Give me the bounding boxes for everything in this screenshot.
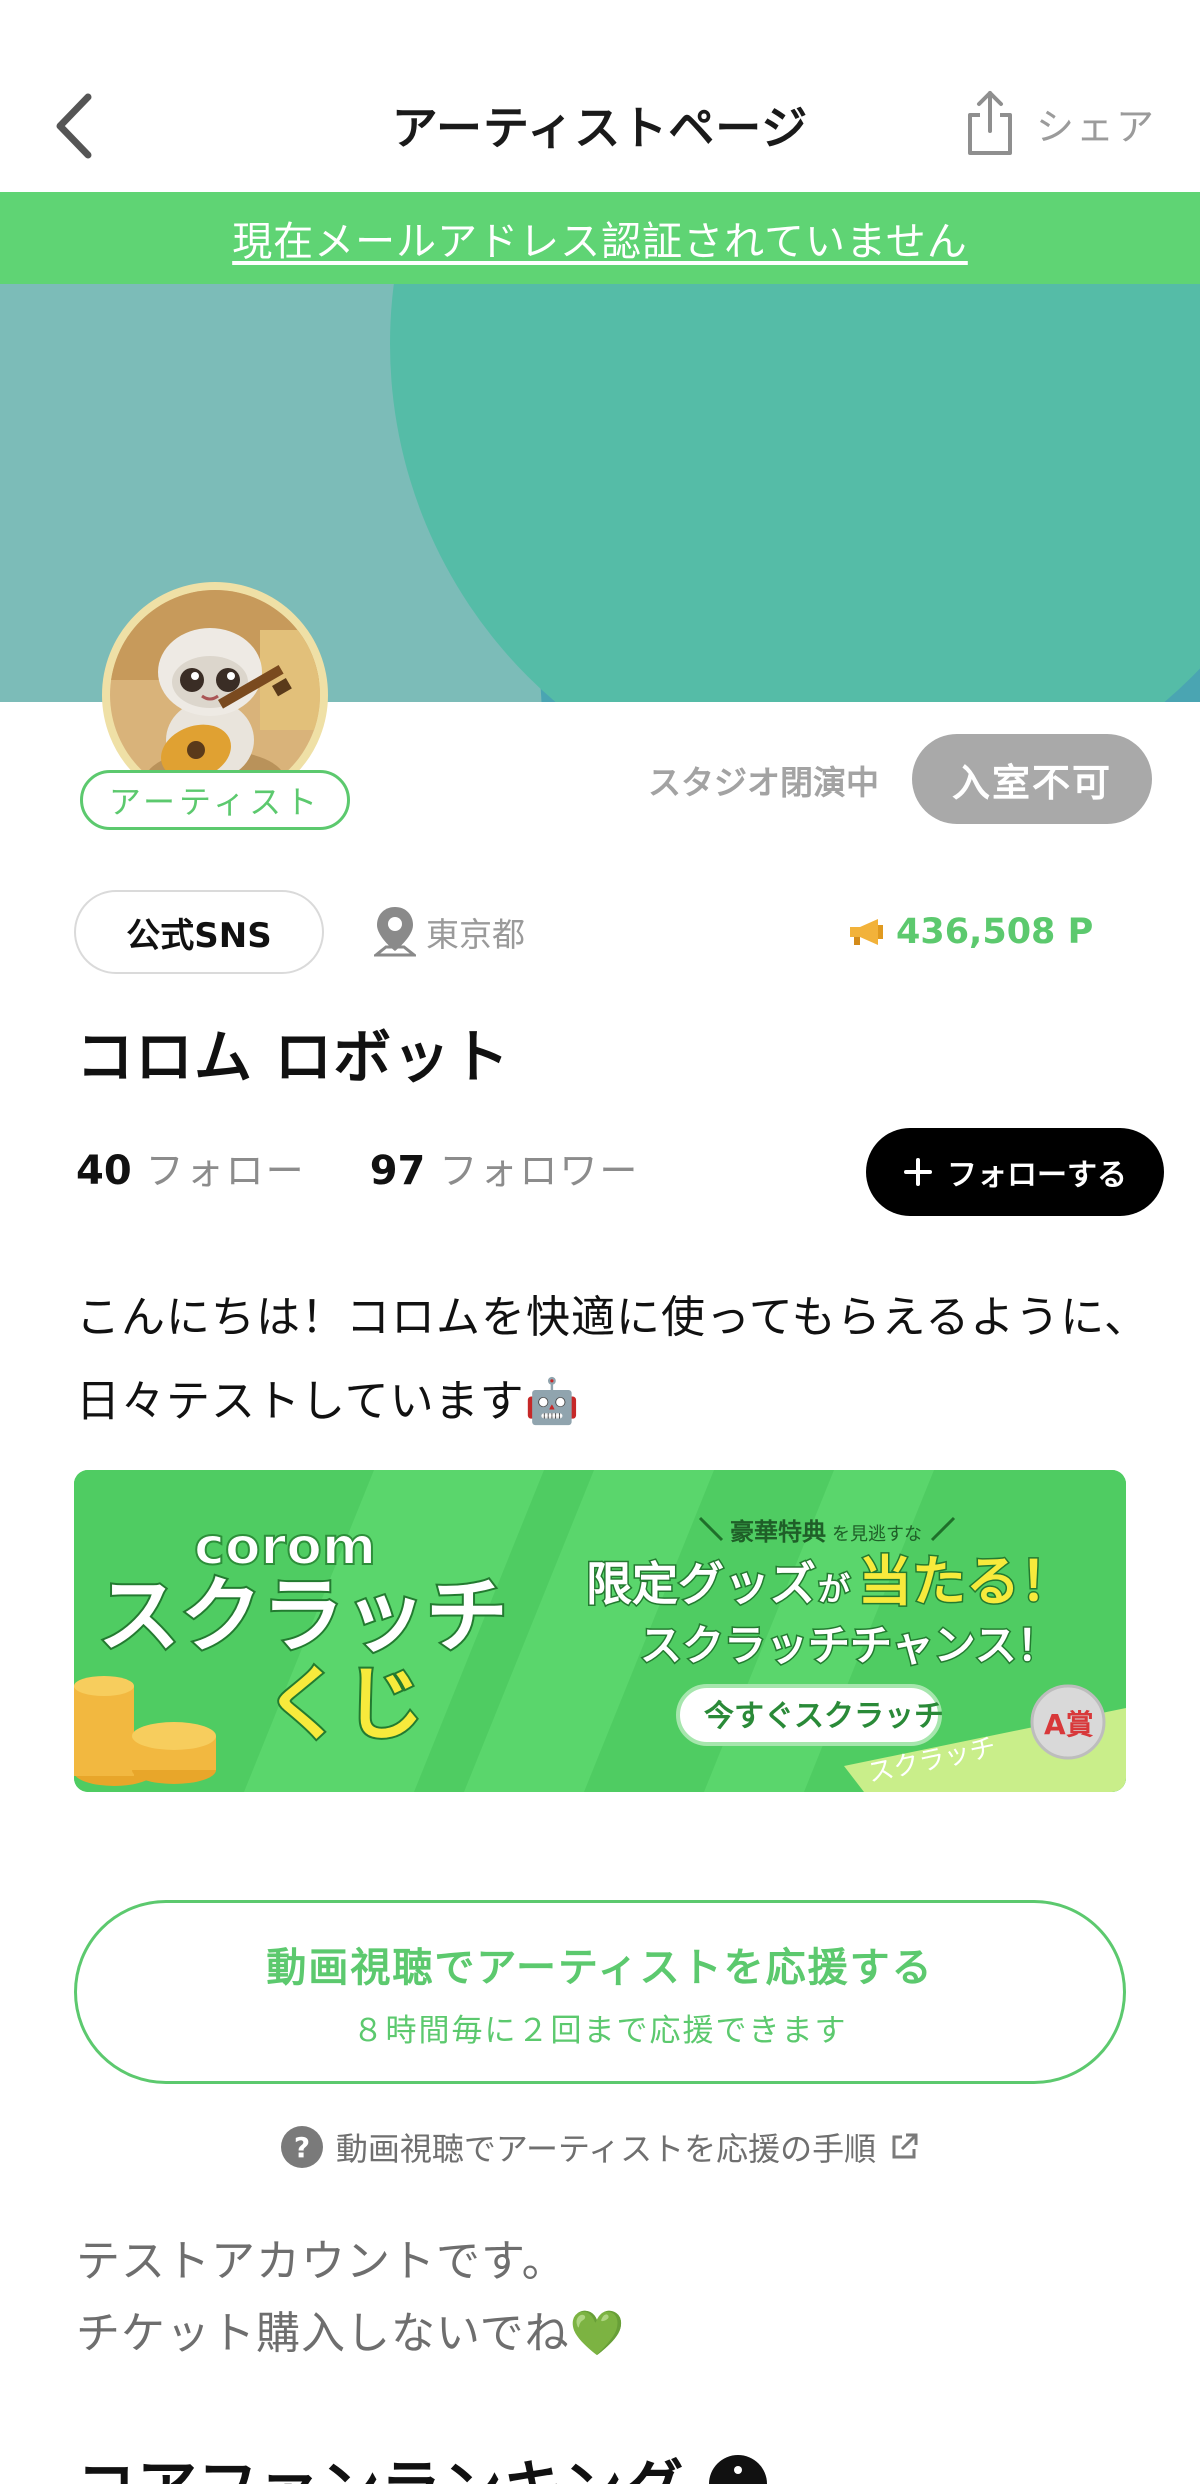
robot-guitar-avatar xyxy=(110,590,320,800)
scratch-lottery-banner[interactable]: corom スクラッチ くじ 豪華特典 を見逃すな 限定グッズ が 当たる！ ス… xyxy=(74,1470,1126,1792)
scratch-headline-1a: 限定グッズ xyxy=(586,1557,816,1611)
follow-count[interactable]: 40 xyxy=(76,1148,132,1194)
support-video-button[interactable]: 動画視聴でアーティストを応援する ８時間毎に２回まで応援できます xyxy=(74,1900,1126,2084)
info-icon[interactable] xyxy=(708,2454,768,2484)
bio-line-2: 日々テストしています🤖 xyxy=(76,1360,1156,1444)
ranking-title: コアファンランキング xyxy=(76,2440,684,2484)
core-fan-ranking-heading: コアファンランキング xyxy=(76,2440,768,2484)
bio-line-1: こんにちは！コロムを快適に使ってもらえるように、 xyxy=(76,1292,1149,1343)
location-text: 東京都 xyxy=(426,915,525,954)
follower-count[interactable]: 97 xyxy=(370,1148,426,1194)
bio: こんにちは！コロムを快適に使ってもらえるように、 日々テストしています🤖 xyxy=(76,1276,1156,1444)
points: 436,508 P xyxy=(846,906,1093,958)
notes-line-2: チケット購入しないでね 💚 xyxy=(76,2298,625,2370)
support-help-link[interactable]: ? 動画視聴でアーティストを応援の手順 xyxy=(0,2124,1200,2170)
scratch-title-line1: スクラッチ xyxy=(98,1569,508,1664)
points-value: 436,508 P xyxy=(896,912,1094,952)
follow-label[interactable]: フォロー xyxy=(146,1140,306,1195)
bio-line-2-text: 日々テストしています xyxy=(76,1376,525,1427)
external-link-icon xyxy=(892,2133,918,2159)
official-sns-button[interactable]: 公式SNS xyxy=(74,890,324,974)
prize-label: A賞 xyxy=(1044,1708,1094,1741)
megaphone-icon xyxy=(850,919,883,945)
location: 東京都 xyxy=(374,900,525,964)
scratch-brand: corom xyxy=(194,1517,376,1577)
plus-icon xyxy=(904,1158,932,1186)
email-verification-link[interactable]: 現在メールアドレス認証されていません xyxy=(232,209,968,267)
notes-line-1: テストアカウントです。 xyxy=(76,2236,567,2287)
question-circle-icon: ? xyxy=(280,2126,323,2168)
scratch-title-line2: くじ xyxy=(264,1658,424,1751)
follow-button[interactable]: フォローする xyxy=(866,1128,1164,1216)
green-heart-emoji: 💚 xyxy=(569,2308,626,2359)
scratch-tagline-rest: を見逃すな xyxy=(832,1524,922,1545)
share-label: シェア xyxy=(1035,104,1156,149)
scratch-headline-1c: 当たる！ xyxy=(858,1550,1074,1613)
support-title: 動画視聴でアーティストを応援する xyxy=(266,1944,934,1991)
support-subtitle: ８時間毎に２回まで応援できます xyxy=(352,2012,848,2049)
prize-seal-icon: A賞 xyxy=(1030,1684,1106,1760)
artist-name: コロム ロボット xyxy=(76,1023,511,1091)
studio-status: スタジオ閉演中 xyxy=(648,763,879,802)
follow-button-label: フォローする xyxy=(947,1158,1127,1193)
enter-room-button[interactable]: 入室不可 xyxy=(912,734,1152,824)
notes-line-2-text: チケット購入しないでね xyxy=(76,2308,570,2359)
scratch-tagline-strong: 豪華特典 xyxy=(730,1518,826,1546)
email-verification-banner[interactable]: 現在メールアドレス認証されていません xyxy=(0,192,1200,284)
account-notes: テストアカウントです。 チケット購入しないでね 💚 xyxy=(76,2226,625,2370)
header: アーティストページ シェア xyxy=(0,0,1200,192)
robot-emoji: 🤖 xyxy=(524,1376,581,1427)
scratch-headline-1b: が xyxy=(818,1570,850,1608)
map-pin-icon xyxy=(374,907,416,957)
support-help-text: 動画視聴でアーティストを応援の手順 xyxy=(335,2130,877,2168)
scratch-headline-2: スクラッチチャンス！ xyxy=(640,1621,1059,1670)
share-icon xyxy=(967,91,1012,155)
scratch-banner-graphic: corom スクラッチ くじ 豪華特典 を見逃すな 限定グッズ が 当たる！ ス… xyxy=(74,1470,1126,1792)
scratch-cta[interactable]: 今すぐスクラッチ xyxy=(704,1699,944,1734)
share-button[interactable]: シェア xyxy=(964,88,1156,158)
svg-text:?: ? xyxy=(294,2131,310,2164)
artist-badge: アーティスト xyxy=(80,770,350,830)
follow-stats: 40 フォロー 97 フォロワー xyxy=(76,1140,639,1195)
follower-label[interactable]: フォロワー xyxy=(439,1140,639,1195)
